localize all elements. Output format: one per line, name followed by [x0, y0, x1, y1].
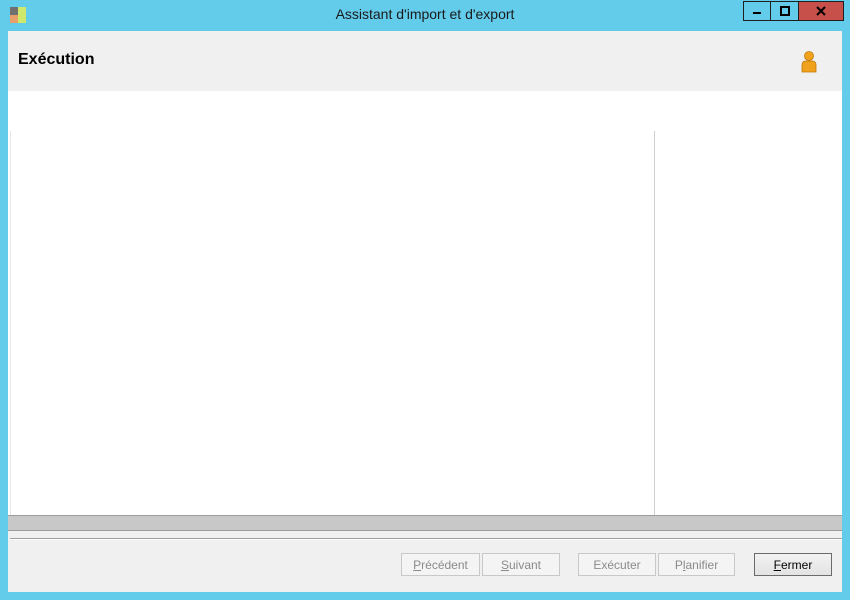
execute-button[interactable]: Exécuter — [578, 553, 656, 576]
left-panel-border — [10, 131, 11, 515]
schedule-label: anifier — [685, 557, 719, 572]
next-label: uivant — [508, 557, 542, 572]
schedule-button[interactable]: Pl anifier — [658, 553, 735, 576]
previous-button[interactable]: Précédent — [401, 553, 480, 576]
next-accel: S — [500, 557, 509, 572]
minimize-icon — [753, 12, 761, 14]
execution-content-panel — [8, 91, 842, 515]
schedule-label-pre: P — [674, 557, 683, 572]
close-label: ermer — [781, 557, 813, 572]
title-bar[interactable]: Assistant d'import et d'export — [0, 0, 850, 31]
close-window-button[interactable] — [798, 1, 844, 21]
footer-separator — [10, 538, 842, 540]
close-button[interactable]: Fermer — [754, 553, 832, 576]
execute-label: Exécuter — [593, 557, 641, 572]
wizard-header: Exécution — [8, 31, 842, 91]
dialog-client-area: Exécution Précédent Suivant Exécuter Pla… — [8, 31, 842, 592]
maximize-button[interactable] — [770, 1, 799, 21]
previous-accel: P — [413, 557, 422, 572]
previous-label: récédent — [421, 557, 468, 572]
import-export-wizard-window: Assistant d'import et d'export Exécution… — [0, 0, 850, 600]
page-title: Exécution — [18, 51, 95, 68]
minimize-button[interactable] — [743, 1, 771, 21]
progress-bar — [8, 515, 842, 531]
panel-splitter[interactable] — [654, 131, 655, 515]
next-button[interactable]: Suivant — [482, 553, 560, 576]
maximize-icon — [779, 6, 790, 16]
person-icon[interactable] — [800, 51, 818, 73]
close-accel: F — [773, 557, 781, 572]
window-title: Assistant d'import et d'export — [335, 6, 515, 22]
close-icon — [816, 6, 826, 16]
